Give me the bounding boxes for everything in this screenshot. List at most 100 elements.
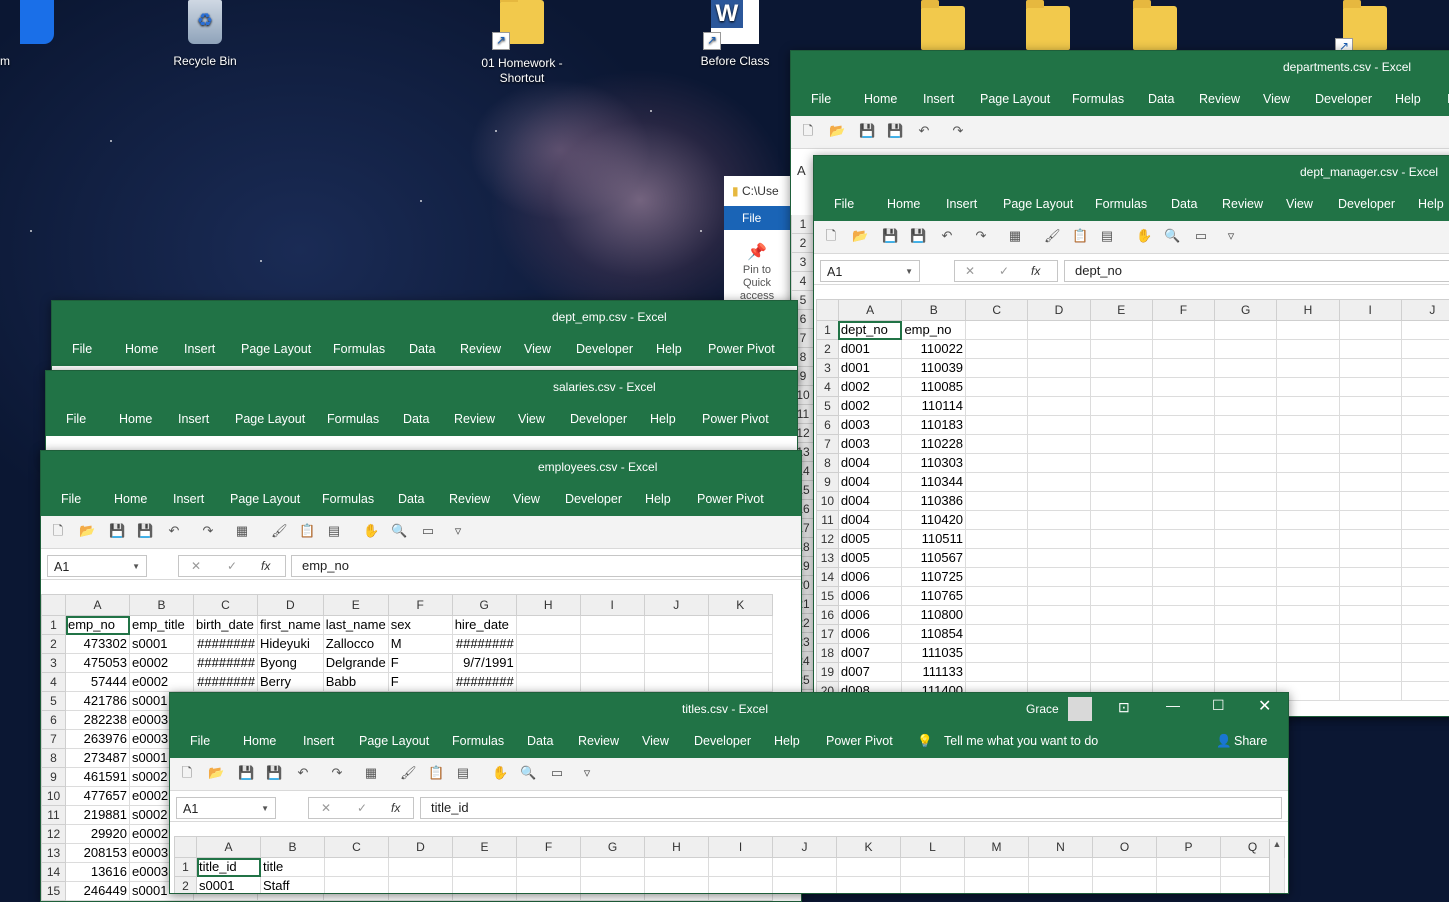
cell[interactable]: d003 — [838, 435, 902, 454]
cell[interactable] — [644, 654, 708, 673]
cell[interactable] — [644, 635, 708, 654]
tell-me-search[interactable]: Tell me what you want to do — [944, 734, 1098, 748]
tab-data[interactable]: Data — [403, 412, 429, 426]
cell[interactable]: 110854 — [902, 625, 966, 644]
cell[interactable]: e0002 — [130, 673, 194, 692]
open-icon[interactable]: 📂 — [79, 524, 93, 538]
enter-icon[interactable]: ✓ — [357, 798, 367, 818]
row-header[interactable]: 4 — [817, 378, 839, 397]
formula-input[interactable]: emp_no — [291, 555, 802, 577]
cell[interactable] — [837, 877, 901, 895]
tab-help[interactable]: Help — [1395, 92, 1421, 106]
cell[interactable]: 110765 — [902, 587, 966, 606]
tab-insert[interactable]: Insert — [923, 92, 954, 106]
row-header[interactable]: 8 — [42, 749, 66, 768]
cell[interactable] — [1339, 644, 1401, 663]
cell[interactable] — [1339, 682, 1401, 701]
cell[interactable] — [966, 454, 1028, 473]
chevron-down-icon[interactable]: ▼ — [905, 261, 913, 283]
vertical-scrollbar[interactable]: ▲ — [1269, 839, 1284, 893]
pin-to-quick-access[interactable]: Pin to Quick access — [724, 262, 790, 300]
cell[interactable]: 9/7/1991 — [452, 654, 516, 673]
row-header[interactable]: 12 — [42, 825, 66, 844]
cell[interactable] — [1215, 435, 1277, 454]
cell[interactable]: 110344 — [902, 473, 966, 492]
column-header[interactable]: D — [258, 595, 324, 616]
row-header[interactable]: 7 — [817, 435, 839, 454]
cell[interactable] — [1028, 587, 1090, 606]
cell[interactable] — [1090, 530, 1152, 549]
chevron-down-icon[interactable]: ▼ — [132, 556, 140, 578]
cell[interactable]: 110420 — [902, 511, 966, 530]
cell[interactable]: d004 — [838, 473, 902, 492]
select-all-corner[interactable] — [817, 300, 839, 321]
desktop-icon-recycle-bin[interactable]: Recycle Bin — [145, 0, 265, 68]
row-header[interactable]: 6 — [817, 416, 839, 435]
cell[interactable] — [1028, 340, 1090, 359]
cell[interactable] — [1028, 606, 1090, 625]
cell[interactable]: s0001 — [130, 635, 194, 654]
cell[interactable] — [966, 397, 1028, 416]
column-header[interactable]: A — [197, 837, 261, 858]
touch-mode-icon[interactable]: ✋ — [1136, 229, 1150, 243]
cell[interactable] — [1401, 473, 1449, 492]
cell[interactable] — [1215, 416, 1277, 435]
row-header[interactable]: 17 — [817, 625, 839, 644]
cell[interactable] — [966, 359, 1028, 378]
row-header[interactable]: 14 — [817, 568, 839, 587]
cell[interactable] — [1339, 549, 1401, 568]
cell[interactable] — [1152, 492, 1214, 511]
select-all-corner[interactable] — [42, 595, 66, 616]
row-header[interactable]: 2 — [175, 877, 197, 895]
column-header[interactable]: J — [644, 595, 708, 616]
redo-icon[interactable]: ↷ — [201, 524, 215, 538]
touch-mode-icon[interactable]: ✋ — [363, 524, 377, 538]
column-header[interactable]: J — [1401, 300, 1449, 321]
tab-developer[interactable]: Developer — [576, 342, 633, 356]
cell[interactable] — [1152, 397, 1214, 416]
explorer-window-peek[interactable]: ▮ C:\Use File 📌 Pin to Quick access — [724, 176, 790, 300]
insert-function-icon[interactable]: fx — [261, 556, 270, 576]
cell[interactable] — [1090, 435, 1152, 454]
print-area-icon[interactable]: ▦ — [235, 524, 249, 538]
cell[interactable] — [1028, 416, 1090, 435]
customize-qat-icon[interactable]: ▿ — [1224, 229, 1238, 243]
cell[interactable] — [1401, 454, 1449, 473]
column-header[interactable]: K — [837, 837, 901, 858]
avatar[interactable] — [1068, 697, 1092, 721]
cell[interactable] — [1152, 359, 1214, 378]
cell[interactable]: d001 — [838, 340, 902, 359]
cell[interactable]: hire_date — [452, 616, 516, 635]
cell[interactable] — [1277, 378, 1339, 397]
folder-icon[interactable] — [1133, 6, 1177, 50]
cell[interactable]: title_id — [197, 858, 261, 877]
cell[interactable] — [966, 511, 1028, 530]
row-header[interactable]: 12 — [817, 530, 839, 549]
tab-insert[interactable]: Insert — [303, 734, 334, 748]
cell[interactable] — [1401, 606, 1449, 625]
cell[interactable] — [1277, 340, 1339, 359]
spreadsheet-grid[interactable]: ABCDEFGHIJ1dept_noemp_no2d0011100223d001… — [816, 299, 1449, 701]
cell[interactable]: 110567 — [902, 549, 966, 568]
cell[interactable] — [1215, 568, 1277, 587]
cell[interactable]: 110039 — [902, 359, 966, 378]
tab-review[interactable]: Review — [460, 342, 501, 356]
folder-icon[interactable] — [921, 6, 965, 50]
cell[interactable] — [1339, 530, 1401, 549]
cell[interactable] — [517, 858, 581, 877]
cell[interactable]: 57444 — [66, 673, 130, 692]
cell[interactable] — [1152, 568, 1214, 587]
user-name[interactable]: Grace — [1026, 702, 1059, 716]
cell[interactable]: Byong — [258, 654, 324, 673]
new-file-icon[interactable]: 🗋 — [801, 124, 815, 138]
cell[interactable]: title — [261, 858, 325, 877]
cell[interactable]: 246449 — [66, 882, 130, 901]
print-area-icon[interactable]: ▦ — [364, 766, 378, 780]
row-header[interactable]: 10 — [817, 492, 839, 511]
cell[interactable] — [1028, 397, 1090, 416]
format-painter-icon[interactable]: 🖌 — [1044, 229, 1058, 243]
cell[interactable] — [965, 858, 1029, 877]
column-header[interactable]: F — [388, 595, 452, 616]
desktop-icon-app[interactable]: m — [0, 0, 62, 68]
tab-formulas[interactable]: Formulas — [452, 734, 504, 748]
